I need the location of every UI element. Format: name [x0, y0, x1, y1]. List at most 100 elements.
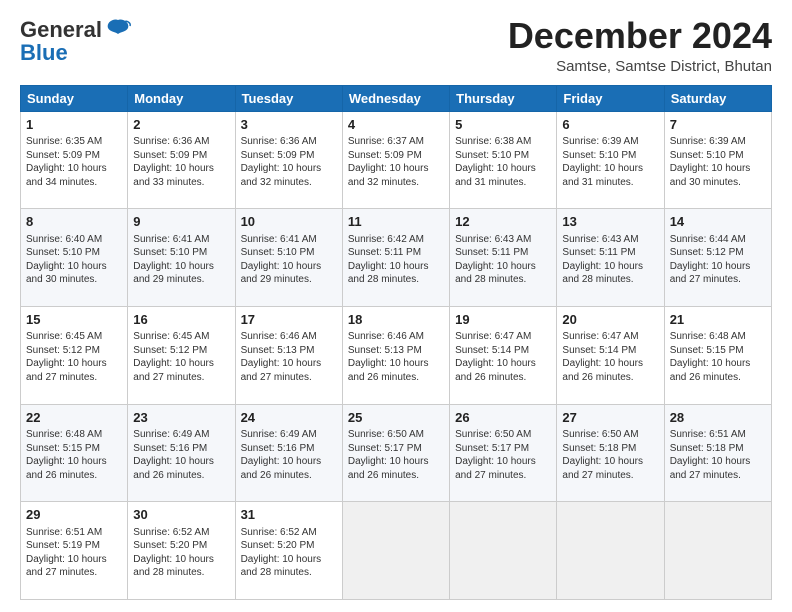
day-number: 6: [562, 116, 658, 134]
sunset-label: Sunset: 5:17 PM: [455, 443, 529, 454]
location: Samtse, Samtse District, Bhutan: [508, 58, 772, 75]
day-number: 25: [348, 409, 444, 427]
col-header-sunday: Sunday: [21, 85, 128, 111]
daylight-label: Daylight: 10 hours and 28 minutes.: [133, 554, 214, 579]
sunrise-label: Sunrise: 6:44 AM: [670, 234, 746, 245]
day-number: 20: [562, 311, 658, 329]
calendar-cell: 7 Sunrise: 6:39 AM Sunset: 5:10 PM Dayli…: [664, 111, 771, 209]
calendar-cell: 14 Sunrise: 6:44 AM Sunset: 5:12 PM Dayl…: [664, 209, 771, 307]
daylight-label: Daylight: 10 hours and 27 minutes.: [133, 358, 214, 383]
day-number: 29: [26, 506, 122, 524]
calendar-week-4: 22 Sunrise: 6:48 AM Sunset: 5:15 PM Dayl…: [21, 404, 772, 502]
month-title: December 2024: [508, 16, 772, 56]
calendar-cell: 22 Sunrise: 6:48 AM Sunset: 5:15 PM Dayl…: [21, 404, 128, 502]
day-number: 10: [241, 213, 337, 231]
daylight-label: Daylight: 10 hours and 29 minutes.: [241, 261, 322, 286]
sunrise-label: Sunrise: 6:48 AM: [26, 429, 102, 440]
day-number: 4: [348, 116, 444, 134]
sunset-label: Sunset: 5:18 PM: [562, 443, 636, 454]
daylight-label: Daylight: 10 hours and 31 minutes.: [455, 163, 536, 188]
sunrise-label: Sunrise: 6:35 AM: [26, 136, 102, 147]
calendar-cell: 26 Sunrise: 6:50 AM Sunset: 5:17 PM Dayl…: [450, 404, 557, 502]
calendar-cell: 10 Sunrise: 6:41 AM Sunset: 5:10 PM Dayl…: [235, 209, 342, 307]
sunset-label: Sunset: 5:13 PM: [241, 345, 315, 356]
sunset-label: Sunset: 5:15 PM: [26, 443, 100, 454]
sunrise-label: Sunrise: 6:49 AM: [241, 429, 317, 440]
daylight-label: Daylight: 10 hours and 34 minutes.: [26, 163, 107, 188]
col-header-tuesday: Tuesday: [235, 85, 342, 111]
sunset-label: Sunset: 5:14 PM: [455, 345, 529, 356]
daylight-label: Daylight: 10 hours and 26 minutes.: [348, 358, 429, 383]
calendar-cell: 1 Sunrise: 6:35 AM Sunset: 5:09 PM Dayli…: [21, 111, 128, 209]
daylight-label: Daylight: 10 hours and 26 minutes.: [133, 456, 214, 481]
calendar-cell: 30 Sunrise: 6:52 AM Sunset: 5:20 PM Dayl…: [128, 502, 235, 600]
daylight-label: Daylight: 10 hours and 26 minutes.: [241, 456, 322, 481]
sunrise-label: Sunrise: 6:41 AM: [241, 234, 317, 245]
calendar-table: SundayMondayTuesdayWednesdayThursdayFrid…: [20, 85, 772, 600]
day-number: 30: [133, 506, 229, 524]
calendar-cell: 28 Sunrise: 6:51 AM Sunset: 5:18 PM Dayl…: [664, 404, 771, 502]
daylight-label: Daylight: 10 hours and 26 minutes.: [562, 358, 643, 383]
day-number: 23: [133, 409, 229, 427]
sunset-label: Sunset: 5:17 PM: [348, 443, 422, 454]
calendar-cell: 21 Sunrise: 6:48 AM Sunset: 5:15 PM Dayl…: [664, 306, 771, 404]
day-number: 12: [455, 213, 551, 231]
sunset-label: Sunset: 5:09 PM: [348, 150, 422, 161]
sunset-label: Sunset: 5:10 PM: [670, 150, 744, 161]
sunrise-label: Sunrise: 6:36 AM: [241, 136, 317, 147]
calendar-cell: [342, 502, 449, 600]
sunrise-label: Sunrise: 6:52 AM: [241, 527, 317, 538]
calendar-cell: 12 Sunrise: 6:43 AM Sunset: 5:11 PM Dayl…: [450, 209, 557, 307]
daylight-label: Daylight: 10 hours and 26 minutes.: [455, 358, 536, 383]
calendar-cell: 6 Sunrise: 6:39 AM Sunset: 5:10 PM Dayli…: [557, 111, 664, 209]
col-header-wednesday: Wednesday: [342, 85, 449, 111]
sunrise-label: Sunrise: 6:47 AM: [455, 331, 531, 342]
calendar-week-2: 8 Sunrise: 6:40 AM Sunset: 5:10 PM Dayli…: [21, 209, 772, 307]
calendar-cell: [450, 502, 557, 600]
daylight-label: Daylight: 10 hours and 27 minutes.: [670, 456, 751, 481]
logo: General Blue: [20, 16, 132, 66]
calendar-cell: 25 Sunrise: 6:50 AM Sunset: 5:17 PM Dayl…: [342, 404, 449, 502]
sunrise-label: Sunrise: 6:39 AM: [562, 136, 638, 147]
day-number: 8: [26, 213, 122, 231]
daylight-label: Daylight: 10 hours and 26 minutes.: [26, 456, 107, 481]
sunrise-label: Sunrise: 6:39 AM: [670, 136, 746, 147]
day-number: 1: [26, 116, 122, 134]
calendar-cell: 19 Sunrise: 6:47 AM Sunset: 5:14 PM Dayl…: [450, 306, 557, 404]
sunrise-label: Sunrise: 6:48 AM: [670, 331, 746, 342]
daylight-label: Daylight: 10 hours and 28 minutes.: [455, 261, 536, 286]
day-number: 2: [133, 116, 229, 134]
daylight-label: Daylight: 10 hours and 26 minutes.: [348, 456, 429, 481]
sunset-label: Sunset: 5:19 PM: [26, 540, 100, 551]
calendar-cell: [664, 502, 771, 600]
day-number: 16: [133, 311, 229, 329]
day-number: 27: [562, 409, 658, 427]
calendar-cell: 2 Sunrise: 6:36 AM Sunset: 5:09 PM Dayli…: [128, 111, 235, 209]
daylight-label: Daylight: 10 hours and 31 minutes.: [562, 163, 643, 188]
daylight-label: Daylight: 10 hours and 30 minutes.: [670, 163, 751, 188]
sunrise-label: Sunrise: 6:36 AM: [133, 136, 209, 147]
logo-text: General Blue: [20, 16, 132, 66]
day-number: 3: [241, 116, 337, 134]
day-number: 9: [133, 213, 229, 231]
sunrise-label: Sunrise: 6:46 AM: [241, 331, 317, 342]
sunrise-label: Sunrise: 6:50 AM: [348, 429, 424, 440]
daylight-label: Daylight: 10 hours and 32 minutes.: [241, 163, 322, 188]
calendar-cell: 23 Sunrise: 6:49 AM Sunset: 5:16 PM Dayl…: [128, 404, 235, 502]
calendar-cell: 31 Sunrise: 6:52 AM Sunset: 5:20 PM Dayl…: [235, 502, 342, 600]
sunrise-label: Sunrise: 6:52 AM: [133, 527, 209, 538]
daylight-label: Daylight: 10 hours and 28 minutes.: [348, 261, 429, 286]
day-number: 11: [348, 213, 444, 231]
sunset-label: Sunset: 5:11 PM: [348, 247, 421, 258]
sunrise-label: Sunrise: 6:45 AM: [133, 331, 209, 342]
day-number: 18: [348, 311, 444, 329]
sunrise-label: Sunrise: 6:43 AM: [562, 234, 638, 245]
calendar-cell: [557, 502, 664, 600]
calendar-cell: 16 Sunrise: 6:45 AM Sunset: 5:12 PM Dayl…: [128, 306, 235, 404]
col-header-saturday: Saturday: [664, 85, 771, 111]
calendar-cell: 3 Sunrise: 6:36 AM Sunset: 5:09 PM Dayli…: [235, 111, 342, 209]
sunset-label: Sunset: 5:18 PM: [670, 443, 744, 454]
daylight-label: Daylight: 10 hours and 27 minutes.: [26, 358, 107, 383]
calendar-cell: 20 Sunrise: 6:47 AM Sunset: 5:14 PM Dayl…: [557, 306, 664, 404]
sunrise-label: Sunrise: 6:50 AM: [562, 429, 638, 440]
